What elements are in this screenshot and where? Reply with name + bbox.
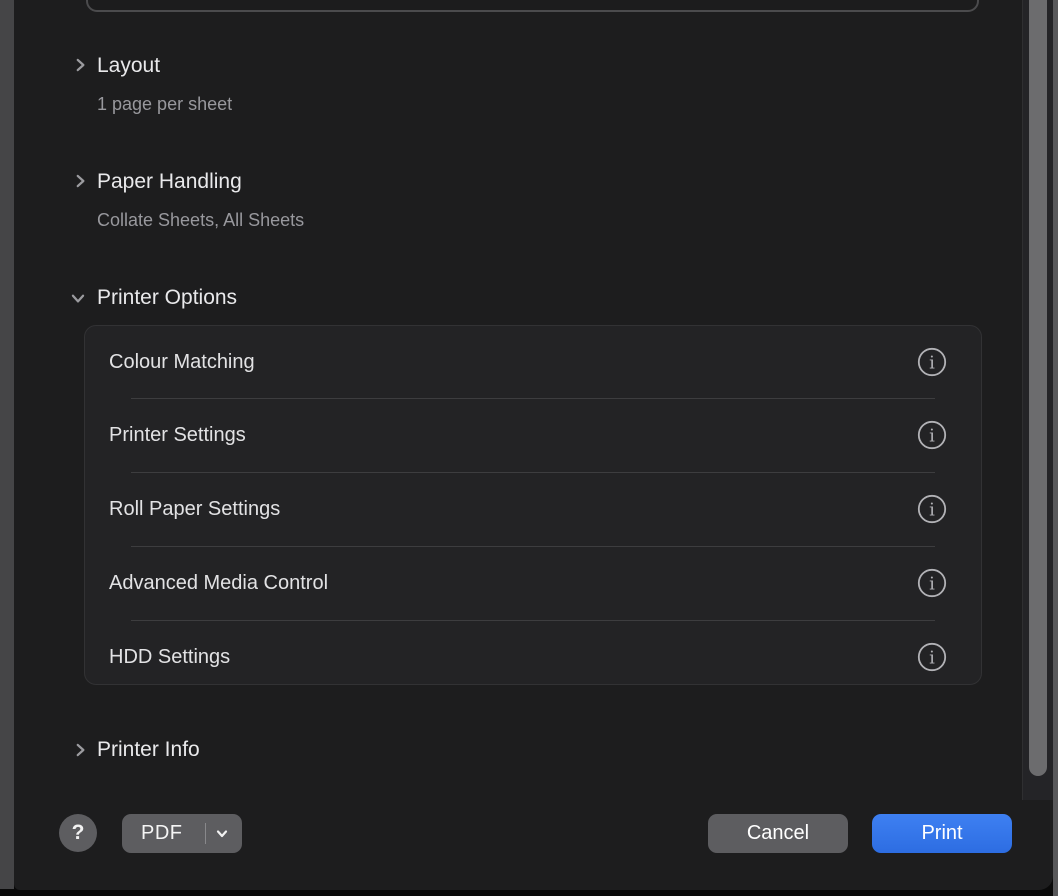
info-icon[interactable]: i [917, 347, 947, 377]
option-row-label: Colour Matching [109, 351, 255, 374]
print-button[interactable]: Print [872, 814, 1012, 853]
pdf-button-separator [205, 823, 206, 844]
svg-text:i: i [929, 426, 935, 447]
section-title-printer-options[interactable]: Printer Options [97, 284, 237, 312]
option-row-colour-matching[interactable]: Colour Matching i [85, 326, 981, 398]
help-button-label: ? [72, 821, 85, 845]
pdf-button-label: PDF [141, 822, 183, 845]
info-icon[interactable]: i [917, 642, 947, 672]
scrollbar-track[interactable] [1022, 0, 1053, 800]
cancel-button[interactable]: Cancel [708, 814, 848, 853]
chevron-right-icon [71, 172, 89, 190]
print-button-label: Print [921, 822, 962, 845]
option-row-printer-settings[interactable]: Printer Settings i [85, 399, 981, 471]
background-left-strip [0, 0, 14, 889]
option-row-hdd-settings[interactable]: HDD Settings i [85, 621, 981, 693]
section-detail-paper-handling: Collate Sheets, All Sheets [97, 208, 304, 232]
option-row-label: HDD Settings [109, 646, 230, 669]
pdf-dropdown-button[interactable]: PDF [122, 814, 242, 853]
printer-options-panel: Colour Matching i Printer Settings i Rol… [84, 325, 982, 685]
section-header-layout[interactable] [71, 56, 89, 74]
section-detail-layout: 1 page per sheet [97, 92, 232, 116]
section-header-printer-info[interactable] [71, 741, 89, 759]
chevron-down-icon [215, 827, 229, 841]
option-row-label: Printer Settings [109, 424, 246, 447]
cancel-button-label: Cancel [747, 822, 809, 845]
scrollbar-thumb[interactable] [1029, 0, 1047, 776]
section-header-paper-handling[interactable] [71, 172, 89, 190]
print-dialog-window: Layout 1 page per sheet Paper Handling C… [14, 0, 1053, 890]
section-title-printer-info[interactable]: Printer Info [97, 736, 200, 764]
section-header-printer-options[interactable] [69, 289, 87, 307]
chevron-right-icon [71, 741, 89, 759]
chevron-right-icon [71, 56, 89, 74]
cutoff-group-box [86, 0, 979, 12]
svg-text:i: i [929, 574, 935, 595]
option-row-advanced-media-control[interactable]: Advanced Media Control i [85, 547, 981, 619]
section-title-paper-handling[interactable]: Paper Handling [97, 168, 242, 196]
option-row-label: Roll Paper Settings [109, 498, 280, 521]
section-title-layout[interactable]: Layout [97, 52, 160, 80]
background-right-strip [1053, 0, 1058, 896]
option-row-roll-paper-settings[interactable]: Roll Paper Settings i [85, 473, 981, 545]
chevron-down-icon [69, 289, 87, 307]
svg-text:i: i [929, 648, 935, 669]
info-icon[interactable]: i [917, 568, 947, 598]
option-row-label: Advanced Media Control [109, 572, 328, 595]
info-icon[interactable]: i [917, 420, 947, 450]
svg-text:i: i [929, 500, 935, 521]
info-icon[interactable]: i [917, 494, 947, 524]
svg-text:i: i [929, 353, 935, 374]
help-button[interactable]: ? [59, 814, 97, 852]
